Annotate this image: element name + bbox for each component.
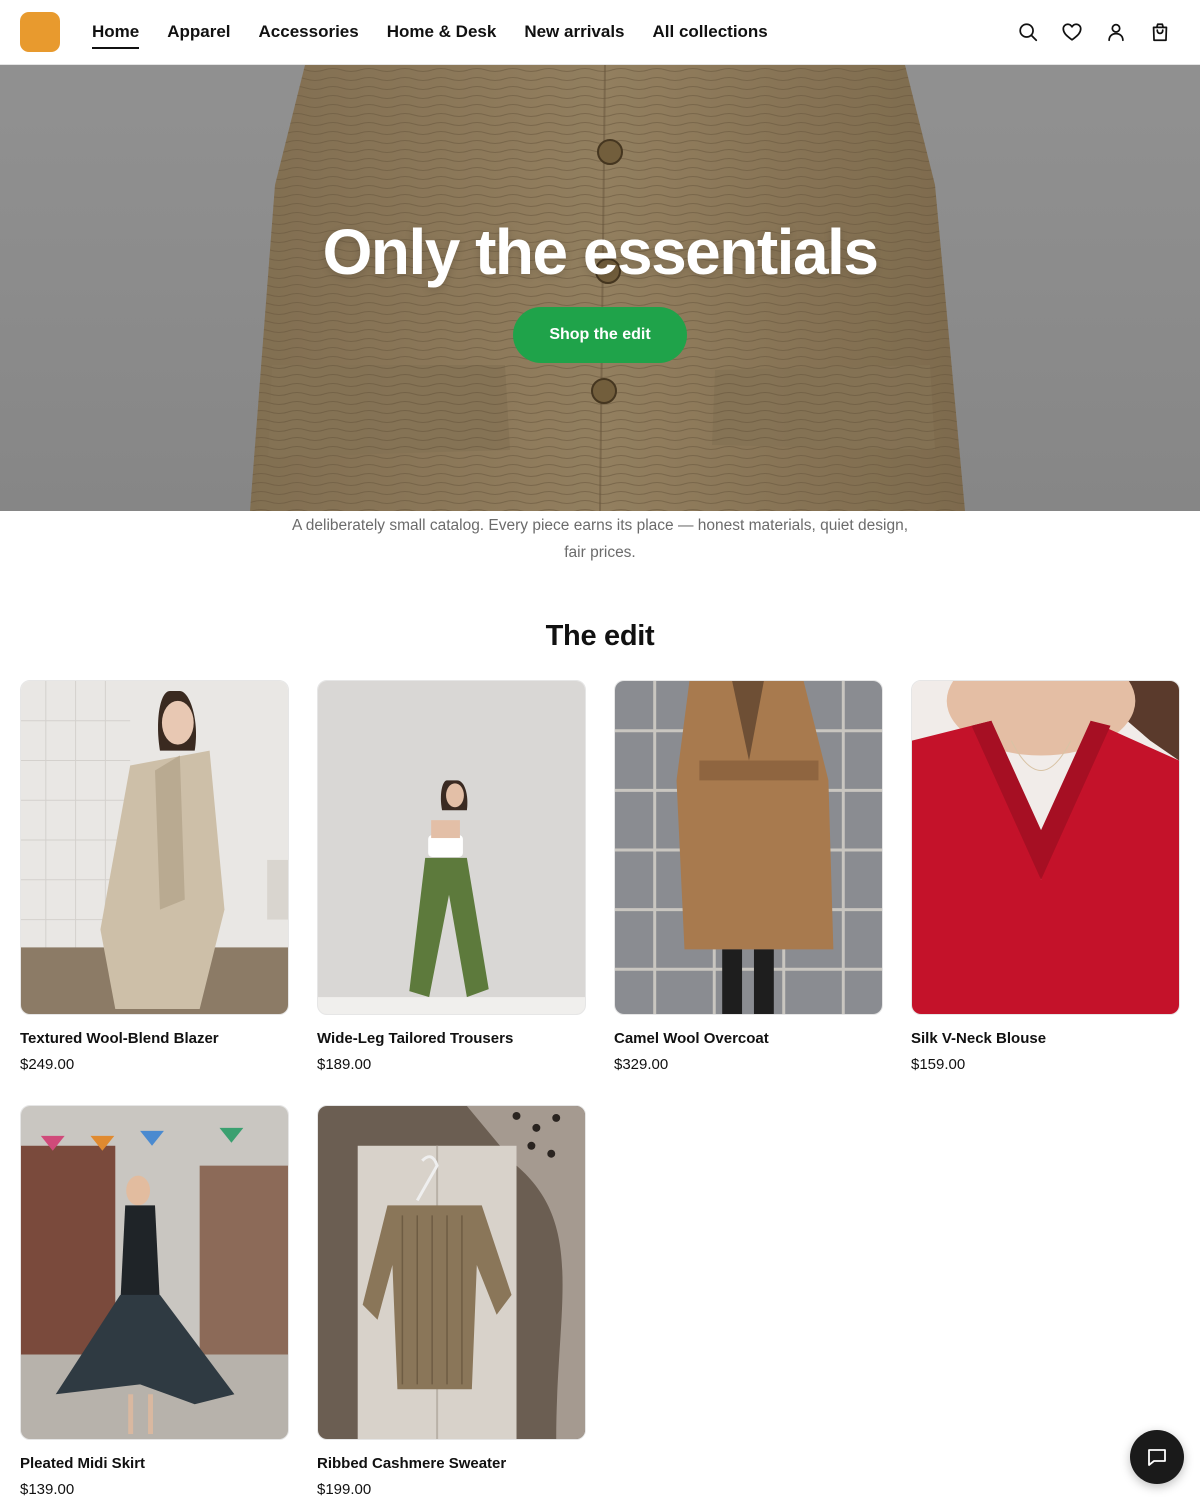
nav-item-home[interactable]: Home <box>92 0 140 64</box>
heart-icon[interactable] <box>1060 20 1084 44</box>
hero-title: Only the essentials <box>322 216 879 288</box>
nav-item-apparel[interactable]: Apparel <box>167 0 230 64</box>
product-name[interactable]: Wide-Leg Tailored Trousers <box>317 1030 586 1047</box>
product-image[interactable] <box>911 680 1180 1015</box>
product-price: $329.00 <box>614 1056 669 1073</box>
site-header: Home Apparel Accessories Home & Desk New… <box>0 0 1200 65</box>
product-image[interactable] <box>20 680 289 1015</box>
product-name[interactable]: Textured Wool-Blend Blazer <box>20 1030 289 1047</box>
section-title: The edit <box>545 620 655 652</box>
nav-item-all-collections[interactable]: All collections <box>653 0 768 64</box>
nav-item-new-arrivals[interactable]: New arrivals <box>524 0 624 64</box>
hero-banner: Only the essentials Shop the edit <box>0 65 1200 511</box>
user-icon[interactable] <box>1104 20 1128 44</box>
product-image[interactable] <box>317 680 586 1015</box>
product-price: $139.00 <box>20 1481 75 1498</box>
product-name[interactable]: Ribbed Cashmere Sweater <box>317 1455 586 1472</box>
product-card[interactable]: Textured Wool-Blend Blazer $249.00 <box>20 680 289 1073</box>
product-card[interactable]: Ribbed Cashmere Sweater $199.00 <box>317 1105 586 1498</box>
product-price: $249.00 <box>20 1056 75 1073</box>
main-nav: Home Apparel Accessories Home & Desk New… <box>92 0 796 64</box>
product-price: $159.00 <box>911 1056 966 1073</box>
chat-icon <box>1148 1449 1166 1466</box>
product-name[interactable]: Silk V-Neck Blouse <box>911 1030 1180 1047</box>
product-price: $189.00 <box>317 1056 372 1073</box>
product-price: $199.00 <box>317 1481 372 1498</box>
product-name[interactable]: Camel Wool Overcoat <box>614 1030 883 1047</box>
product-image[interactable] <box>20 1105 289 1440</box>
search-icon[interactable] <box>1016 20 1040 44</box>
product-card[interactable]: Pleated Midi Skirt $139.00 <box>20 1105 289 1498</box>
brand-logo[interactable] <box>20 12 60 52</box>
product-card[interactable]: Wide-Leg Tailored Trousers $189.00 <box>317 680 586 1073</box>
shop-the-edit-button[interactable]: Shop the edit <box>513 307 687 363</box>
product-image[interactable] <box>317 1105 586 1440</box>
header-actions <box>1016 20 1172 44</box>
nav-item-home-desk[interactable]: Home & Desk <box>387 0 497 64</box>
bag-icon[interactable] <box>1148 20 1172 44</box>
chat-button[interactable] <box>1130 1430 1184 1484</box>
product-card[interactable]: Silk V-Neck Blouse $159.00 <box>911 680 1180 1073</box>
nav-item-accessories[interactable]: Accessories <box>259 0 359 64</box>
catalog-tagline: A deliberately small catalog. Every piec… <box>291 517 908 561</box>
product-image[interactable] <box>614 680 883 1015</box>
product-name[interactable]: Pleated Midi Skirt <box>20 1455 289 1472</box>
product-card[interactable]: Camel Wool Overcoat $329.00 <box>614 680 883 1073</box>
